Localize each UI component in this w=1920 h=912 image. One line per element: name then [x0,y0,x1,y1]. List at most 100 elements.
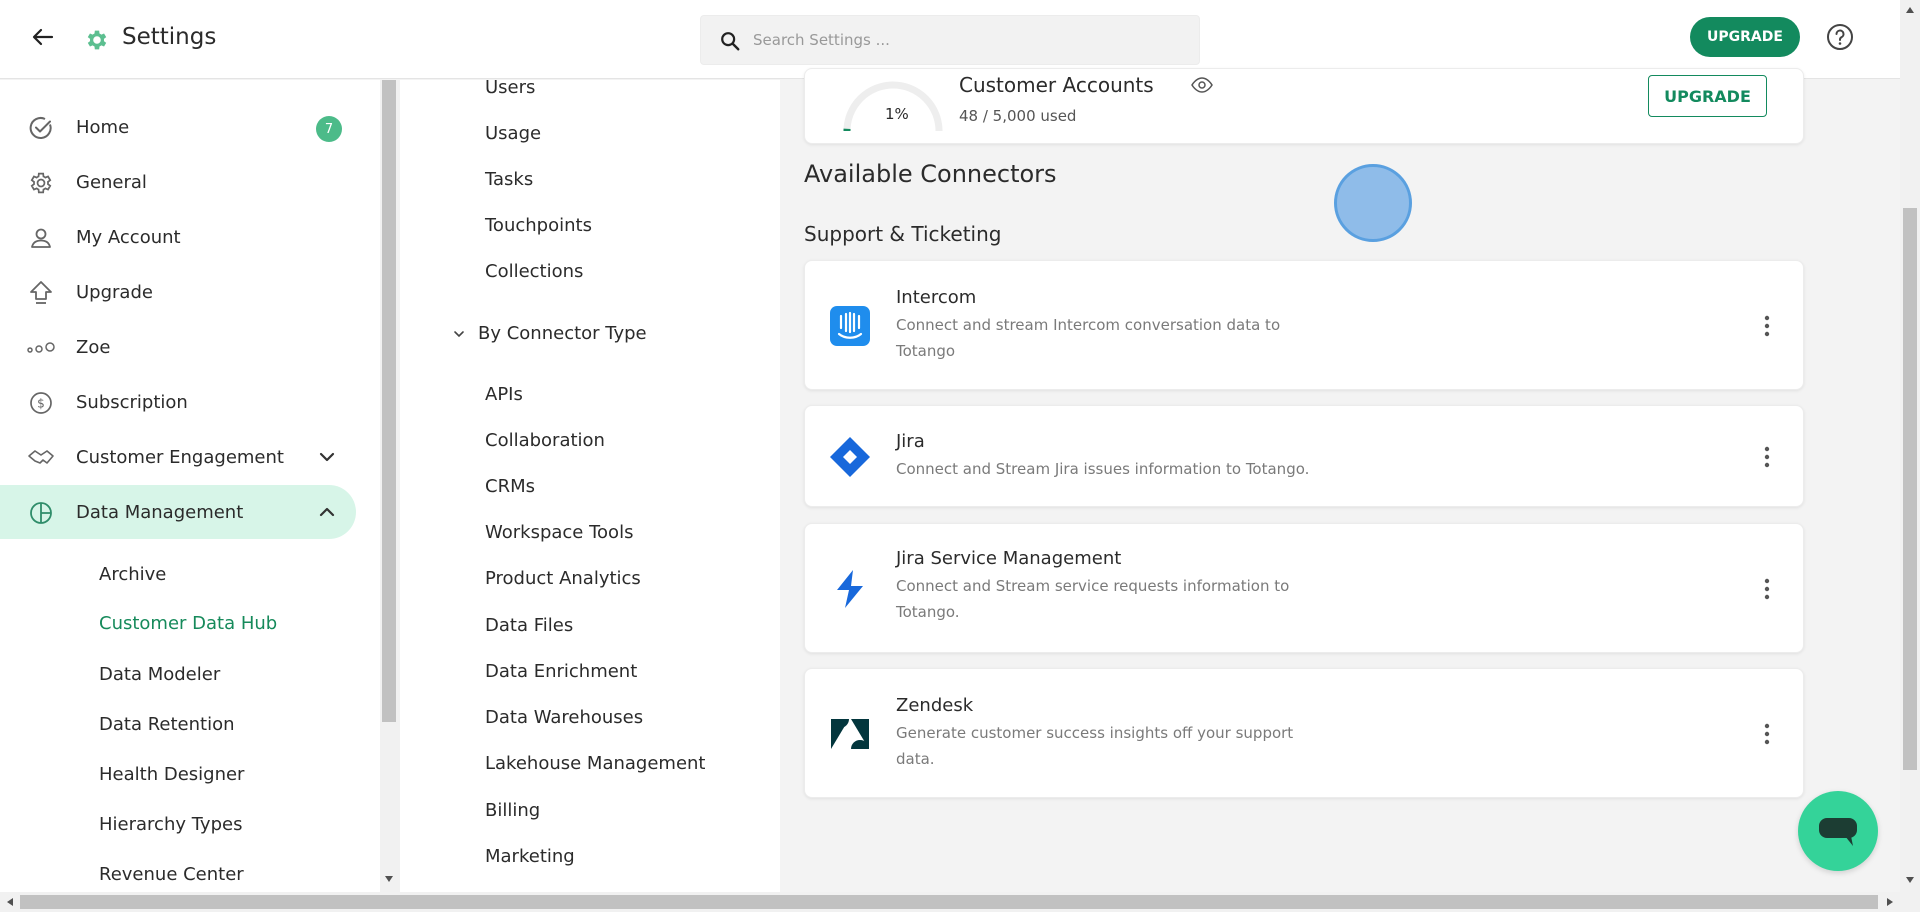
filter-item-data-warehouses[interactable]: Data Warehouses [485,707,643,728]
sidebar-subitem-archive[interactable]: Archive [99,564,166,585]
connector-name: Intercom [896,287,977,308]
sidebar-subitem-health-designer[interactable]: Health Designer [99,764,244,785]
filter-group-by-connector-type[interactable]: By Connector Type [452,323,647,344]
connector-card-intercom[interactable]: Intercom Connect and stream Intercom con… [804,260,1804,390]
chevron-down-icon[interactable] [318,448,336,466]
settings-search[interactable] [700,15,1200,65]
category-title: Support & Ticketing [804,222,1002,246]
notification-badge: 7 [316,116,342,142]
sidebar-item-zoe[interactable]: Zoe [0,320,356,374]
connector-description: Connect and stream Intercom conversation… [896,316,1281,360]
scroll-left-arrow-icon[interactable] [4,896,16,908]
settings-sidebar: Home 7 General My Account Upgrade Zoe $ … [0,80,380,892]
more-options-icon[interactable] [1763,446,1771,468]
sidebar-scrollbar-thumb[interactable] [382,80,396,722]
filter-item-data-enrichment[interactable]: Data Enrichment [485,661,637,682]
page-scrollbar-thumb[interactable] [1903,208,1917,770]
usage-upgrade-button[interactable]: UPGRADE [1648,75,1767,117]
back-arrow-icon[interactable] [28,22,58,52]
pie-icon [27,499,55,527]
scroll-right-arrow-icon[interactable] [1884,896,1896,908]
scroll-down-arrow-icon[interactable] [383,873,395,885]
sidebar-item-label: My Account [76,226,181,248]
eye-icon[interactable] [1191,77,1213,93]
usage-subtitle: 48 / 5,000 used [959,107,1077,125]
filter-item-users[interactable]: Users [485,77,535,98]
sidebar-item-label: Home [76,116,130,138]
filter-item-billing[interactable]: Billing [485,800,540,821]
sidebar-item-label: General [76,171,147,193]
check-circle-icon [27,114,55,142]
page-title: Settings [122,24,217,50]
sidebar-item-home[interactable]: Home 7 [0,100,356,154]
scroll-up-arrow-icon[interactable] [1904,4,1916,16]
sidebar-subitem-customer-data-hub[interactable]: Customer Data Hub [99,613,277,634]
click-indicator [1334,164,1412,242]
dollar-icon: $ [27,389,55,417]
intercom-logo-icon [830,306,870,346]
connector-description: Connect and Stream Jira issues informati… [896,460,1310,478]
filter-item-usage[interactable]: Usage [485,123,541,144]
connector-card-jira-service-management[interactable]: Jira Service Management Connect and Stre… [804,523,1804,653]
help-icon[interactable] [1826,23,1854,51]
connector-card-zendesk[interactable]: Zendesk Generate customer success insigh… [804,668,1804,798]
settings-gear-icon [84,27,110,53]
more-options-icon[interactable] [1763,315,1771,337]
horizontal-scrollbar-thumb[interactable] [20,895,1878,909]
search-input[interactable] [753,26,1173,54]
filter-item-apis[interactable]: APIs [485,384,523,405]
jira-service-management-logo-icon [837,570,863,608]
sidebar-subitem-hierarchy-types[interactable]: Hierarchy Types [99,814,242,835]
chat-button[interactable] [1798,791,1878,871]
usage-card: 1% Customer Accounts 48 / 5,000 used UPG… [804,68,1804,144]
filter-item-marketing[interactable]: Marketing [485,846,575,867]
more-options-icon[interactable] [1763,578,1771,600]
more-options-icon[interactable] [1763,723,1771,745]
dots-icon [27,334,55,362]
connector-filter-list: Users Usage Tasks Touchpoints Collection… [400,77,780,892]
connector-description: Connect and Stream service requests info… [896,577,1290,621]
filter-item-tasks[interactable]: Tasks [485,169,533,190]
sidebar-item-subscription[interactable]: $ Subscription [0,375,356,429]
connector-name: Zendesk [896,695,974,716]
filter-item-touchpoints[interactable]: Touchpoints [485,215,592,236]
filter-group-label: By Connector Type [478,323,647,344]
scroll-down-arrow-icon[interactable] [1904,874,1916,886]
sidebar-subitem-data-retention[interactable]: Data Retention [99,714,235,735]
sidebar-item-label: Upgrade [76,281,153,303]
sidebar-subitem-data-modeler[interactable]: Data Modeler [99,664,220,685]
jira-logo-icon [830,437,870,477]
sidebar-item-label: Customer Engagement [76,446,284,468]
filter-item-lakehouse-management[interactable]: Lakehouse Management [485,753,706,774]
sidebar-item-my-account[interactable]: My Account [0,210,356,264]
upgrade-arrow-icon [27,279,55,307]
sidebar-subitem-revenue-center[interactable]: Revenue Center [99,864,244,885]
zendesk-logo-icon [831,719,869,749]
connector-name: Jira [896,431,925,452]
sidebar-item-label: Data Management [76,501,244,523]
handshake-icon [27,444,55,472]
filter-item-product-analytics[interactable]: Product Analytics [485,568,641,589]
chat-bubble-icon [1819,818,1857,846]
section-title: Available Connectors [804,160,1057,188]
search-icon [721,32,740,51]
sidebar-item-label: Zoe [76,336,111,358]
connector-card-jira[interactable]: Jira Connect and Stream Jira issues info… [804,405,1804,507]
user-icon [27,224,55,252]
filter-item-collections[interactable]: Collections [485,261,583,282]
filter-item-workspace-tools[interactable]: Workspace Tools [485,522,633,543]
filter-item-crms[interactable]: CRMs [485,476,535,497]
gear-icon [27,169,55,197]
chevron-up-icon[interactable] [318,503,336,521]
filter-item-data-files[interactable]: Data Files [485,615,573,636]
sidebar-item-data-management[interactable]: Data Management [0,485,356,539]
svg-text:$: $ [37,397,45,411]
sidebar-item-upgrade[interactable]: Upgrade [0,265,356,319]
upgrade-button[interactable]: UPGRADE [1690,17,1800,57]
filter-item-collaboration[interactable]: Collaboration [485,430,605,451]
sidebar-item-general[interactable]: General [0,155,356,209]
sidebar-item-label: Subscription [76,391,188,413]
chevron-down-icon [454,330,464,337]
usage-percent: 1% [885,105,909,123]
sidebar-item-customer-engagement[interactable]: Customer Engagement [0,430,356,484]
